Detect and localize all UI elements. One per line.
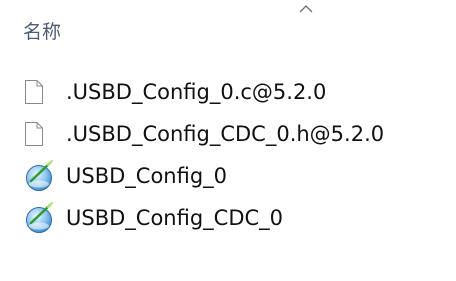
- configuration-wizard-icon: [24, 159, 58, 193]
- blank-file-icon: [24, 117, 58, 151]
- list-item[interactable]: USBD_Config_0: [20, 156, 440, 196]
- file-name: USBD_Config_CDC_0: [66, 206, 284, 230]
- list-item[interactable]: USBD_Config_CDC_0: [20, 198, 440, 238]
- file-name: .USBD_Config_CDC_0.h@5.2.0: [66, 122, 385, 146]
- chevron-up-icon: [299, 5, 313, 13]
- file-name: USBD_Config_0: [66, 164, 228, 188]
- column-header-name[interactable]: 名称: [23, 19, 61, 45]
- configuration-wizard-icon: [24, 201, 58, 235]
- blank-file-icon: [24, 75, 58, 109]
- list-item[interactable]: .USBD_Config_CDC_0.h@5.2.0: [20, 114, 440, 154]
- list-item[interactable]: .USBD_Config_0.c@5.2.0: [20, 72, 440, 112]
- file-name: .USBD_Config_0.c@5.2.0: [66, 80, 327, 104]
